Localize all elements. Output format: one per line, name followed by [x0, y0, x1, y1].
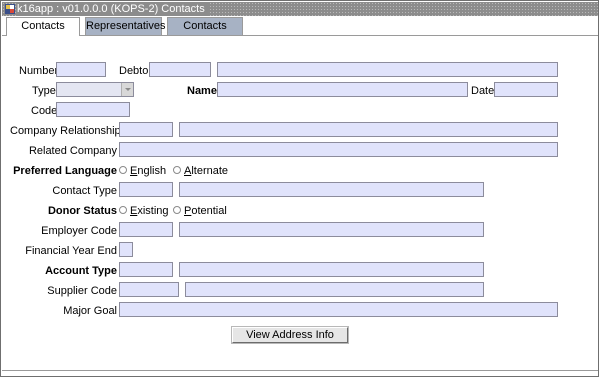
related-company-input[interactable]	[119, 142, 558, 157]
view-address-info-button[interactable]: View Address Info	[232, 327, 348, 343]
financial-year-end-input[interactable]	[119, 242, 133, 257]
supplier-desc-field[interactable]	[185, 282, 484, 297]
tab-bar: Contacts Representatives Contacts	[2, 16, 598, 36]
account-type-code-input[interactable]	[119, 262, 173, 277]
radio-english-label[interactable]: English	[130, 164, 166, 178]
radio-existing-label[interactable]: Existing	[130, 204, 169, 218]
app-icon	[5, 4, 15, 14]
financial-year-end-label: Financial Year End	[25, 245, 117, 257]
major-goal-input[interactable]	[119, 302, 558, 317]
date-label: Date	[471, 85, 495, 97]
account-type-desc-field[interactable]	[179, 262, 484, 277]
number-label: Number	[19, 65, 59, 77]
supplier-code-input[interactable]	[119, 282, 179, 297]
account-type-label: Account Type	[45, 265, 117, 277]
contact-form: Number Debtor Type Name Date Code Compan…	[2, 36, 598, 370]
name-label: Name	[187, 85, 217, 97]
radio-potential[interactable]	[173, 206, 181, 214]
radio-alternate[interactable]	[173, 166, 181, 174]
company-relationship-code-input[interactable]	[119, 122, 173, 137]
tab-representatives[interactable]: Representatives	[85, 17, 166, 35]
status-bar-divider	[2, 370, 598, 371]
employer-desc-field[interactable]	[179, 222, 484, 237]
type-select[interactable]	[56, 82, 134, 97]
debtor-label: Debtor	[119, 65, 153, 77]
date-input[interactable]	[494, 82, 558, 97]
major-goal-label: Major Goal	[63, 305, 117, 317]
number-input[interactable]	[56, 62, 106, 77]
title-bar[interactable]: k16app : v01.0.0.0 (KOPS-2) Contacts	[2, 2, 598, 16]
name-input[interactable]	[217, 82, 468, 97]
company-relationship-desc-field[interactable]	[179, 122, 558, 137]
radio-potential-label[interactable]: Potential	[184, 204, 227, 218]
employer-code-label: Employer Code	[41, 225, 117, 237]
type-label: Type	[32, 85, 56, 97]
supplier-code-label: Supplier Code	[47, 285, 117, 297]
contact-type-label: Contact Type	[52, 185, 117, 197]
code-label: Code	[31, 105, 58, 117]
preferred-language-label: Preferred Language	[13, 165, 117, 177]
radio-english[interactable]	[119, 166, 127, 174]
tab-contacts-2[interactable]: Contacts	[167, 17, 243, 35]
contact-type-desc-field[interactable]	[179, 182, 484, 197]
code-input[interactable]	[56, 102, 130, 117]
tab-contacts[interactable]: Contacts	[6, 17, 80, 36]
contact-type-code-input[interactable]	[119, 182, 173, 197]
chevron-down-icon[interactable]	[121, 83, 133, 96]
window-title: k16app : v01.0.0.0 (KOPS-2) Contacts	[17, 2, 208, 16]
donor-status-label: Donor Status	[47, 205, 117, 217]
debtor-name-field[interactable]	[217, 62, 558, 77]
related-company-label: Related Company	[28, 145, 117, 157]
debtor-code-input[interactable]	[149, 62, 211, 77]
app-window: k16app : v01.0.0.0 (KOPS-2) Contacts Con…	[0, 0, 599, 377]
company-relationship-label: Company Relationship	[10, 125, 121, 137]
radio-existing[interactable]	[119, 206, 127, 214]
employer-code-input[interactable]	[119, 222, 173, 237]
radio-alternate-label[interactable]: Alternate	[184, 164, 228, 178]
